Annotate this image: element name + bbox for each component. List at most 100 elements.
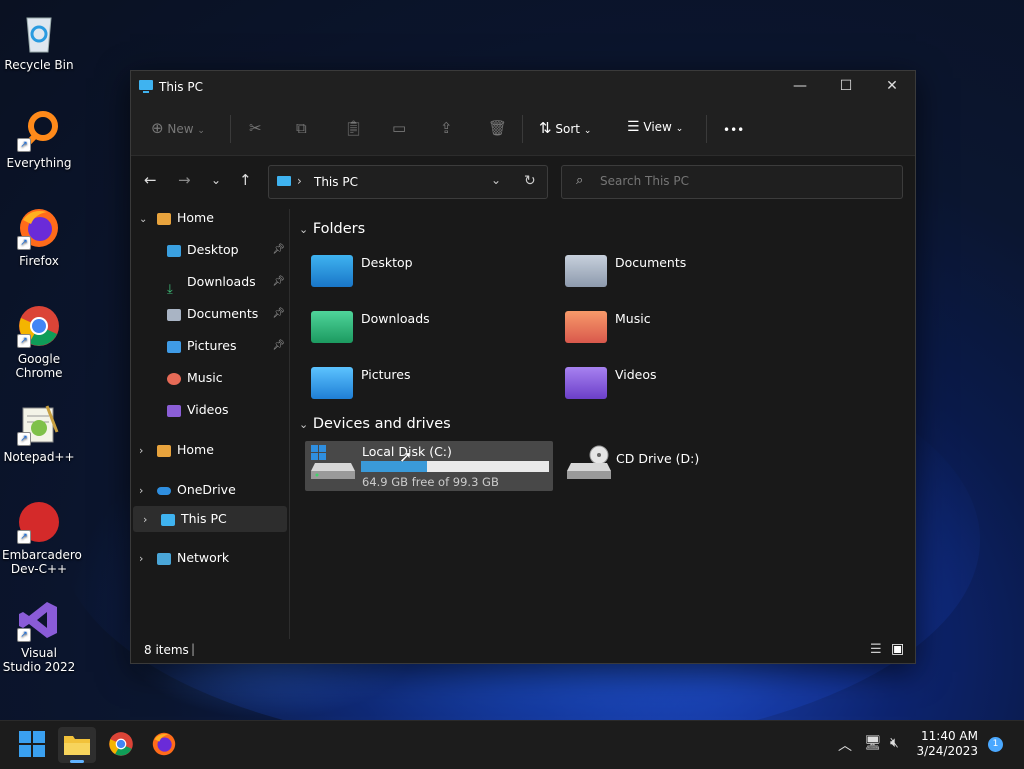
pin-icon[interactable]: 📌︎	[272, 333, 285, 359]
shortcut-arrow-icon: ↗	[17, 628, 31, 642]
drive-tile-cd-drive-d[interactable]: CD Drive (D:)	[561, 441, 809, 491]
navigation-pane: ⌄ Home Desktop 📌︎ ⤓ Downloads 📌︎ Documents 📌…	[131, 205, 289, 639]
folder-tile-music[interactable]: Music	[565, 307, 815, 353]
folder-tile-downloads[interactable]: Downloads	[311, 307, 561, 353]
window-title: This PC	[159, 80, 203, 94]
address-history-dropdown-icon[interactable]: ⌄	[491, 173, 501, 187]
section-title: Folders	[312, 221, 366, 237]
video-icon	[167, 404, 181, 417]
windows-logo-icon	[19, 731, 45, 757]
sidebar-item-pictures[interactable]: Pictures 📌︎	[167, 333, 285, 359]
pin-icon[interactable]: 📌︎	[272, 301, 285, 327]
search-icon: ⌕	[576, 173, 584, 188]
network-status-icon[interactable]: 🖥︎	[864, 735, 882, 751]
sidebar-item-home[interactable]: ⌄ Home	[139, 205, 289, 231]
firefox-icon	[152, 732, 176, 756]
sidebar-item-documents[interactable]: Documents 📌︎	[167, 301, 285, 327]
breadcrumb: This PC	[314, 175, 358, 189]
firefox-icon: ↗	[17, 206, 61, 250]
show-hidden-icons-chevron-icon[interactable]: ︿	[838, 735, 852, 755]
close-button[interactable]: ✕	[869, 71, 915, 101]
taskbar: ︿ 🖥︎ 🔇︎ 11:40 AM 3/24/2023 1	[0, 720, 1024, 769]
title-bar[interactable]: This PC — ☐ ✕	[131, 71, 915, 103]
taskbar-chrome[interactable]	[108, 731, 136, 759]
drives-section-header[interactable]: ⌄ Devices and drives	[299, 416, 451, 432]
this-pc-icon	[139, 80, 153, 93]
sort-button[interactable]: ⇅ Sort ⌄	[539, 119, 591, 137]
rename-icon[interactable]: ▭	[392, 119, 406, 137]
sidebar-item-home-root[interactable]: › Home	[139, 437, 289, 463]
system-clock[interactable]: 11:40 AM 3/24/2023	[916, 729, 978, 759]
desktop-icon-label: Notepad++	[3, 450, 75, 464]
refresh-icon[interactable]: ↻	[524, 173, 536, 189]
up-arrow-icon[interactable]: ↑	[239, 171, 252, 189]
desktop-icon-google-chrome[interactable]: ↗ Google Chrome	[2, 298, 76, 380]
sidebar-item-videos[interactable]: Videos	[167, 397, 285, 423]
sidebar-item-desktop[interactable]: Desktop 📌︎	[167, 237, 285, 263]
view-button[interactable]: ☰ View ⌄	[627, 119, 683, 135]
new-button[interactable]: ⊕ New ⌄	[151, 119, 205, 137]
sort-label: Sort	[555, 122, 581, 136]
taskbar-file-explorer[interactable]	[58, 727, 96, 763]
music-note-icon	[167, 372, 181, 385]
copy-icon[interactable]: ⧉	[296, 119, 307, 137]
desktop-icon-recycle-bin[interactable]: Recycle Bin	[2, 4, 76, 72]
details-view-icon[interactable]: ☰	[870, 642, 882, 657]
mouse-cursor-icon: ➚	[399, 447, 413, 466]
folder-tile-documents[interactable]: Documents	[565, 251, 815, 297]
this-pc-icon	[160, 513, 175, 526]
recent-locations-icon[interactable]: ⌄	[211, 173, 221, 187]
expand-chevron-icon: ›	[142, 513, 148, 526]
notification-badge[interactable]: 1	[988, 737, 1003, 752]
start-button[interactable]	[19, 731, 47, 759]
toolbar-divider	[230, 115, 231, 143]
volume-muted-icon[interactable]: 🔇︎	[890, 735, 899, 751]
sidebar-item-this-pc[interactable]: › This PC	[133, 506, 287, 532]
file-explorer-window: This PC — ☐ ✕ ⊕ New ⌄ ✂ ⧉ 📋︎ ▭ ⇪ 🗑︎ ⇅ So…	[130, 70, 916, 664]
address-bar[interactable]: › This PC ⌄ ↻	[268, 165, 548, 199]
taskbar-firefox[interactable]	[151, 731, 179, 759]
folder-tile-desktop[interactable]: Desktop	[311, 251, 561, 297]
desktop-icon-notepad-plus-plus[interactable]: ↗ Notepad++	[2, 396, 76, 464]
search-box[interactable]: ⌕	[561, 165, 903, 199]
sidebar-label: Downloads	[187, 274, 256, 289]
expand-chevron-icon: ›	[139, 484, 144, 497]
desktop-icon-everything[interactable]: ↗ Everything	[2, 102, 76, 170]
search-input[interactable]	[598, 173, 892, 189]
shortcut-arrow-icon: ↗	[17, 236, 31, 250]
delete-icon[interactable]: 🗑︎	[488, 119, 507, 137]
hard-drive-icon	[311, 445, 355, 479]
back-arrow-icon[interactable]: ←	[144, 171, 157, 189]
sidebar-item-onedrive[interactable]: › OneDrive	[139, 477, 289, 503]
sidebar-item-network[interactable]: › Network	[139, 545, 289, 571]
share-icon[interactable]: ⇪	[440, 119, 453, 137]
folder-label: Videos	[615, 367, 657, 382]
paste-icon[interactable]: 📋︎	[344, 119, 363, 137]
desktop-icon-visual-studio[interactable]: ↗ Visual Studio 2022	[2, 592, 76, 674]
folders-section-header[interactable]: ⌄ Folders	[299, 221, 365, 237]
cut-icon[interactable]: ✂	[249, 119, 262, 137]
dev-cpp-icon: ↗	[17, 500, 61, 544]
section-title: Devices and drives	[312, 416, 451, 432]
more-options-button[interactable]: •••	[723, 123, 744, 137]
desktop-icon-firefox[interactable]: ↗ Firefox	[2, 200, 76, 268]
pin-icon[interactable]: 📌︎	[272, 237, 285, 263]
videos-folder-icon	[565, 367, 607, 399]
sidebar-item-downloads[interactable]: ⤓ Downloads 📌︎	[167, 269, 285, 297]
forward-arrow-icon[interactable]: →	[178, 171, 191, 189]
folder-tile-videos[interactable]: Videos	[565, 363, 815, 409]
view-list-icon: ☰	[627, 119, 640, 135]
pane-divider[interactable]	[289, 209, 290, 639]
content-pane: ⌄ Folders Desktop Documents Downloads Mu…	[291, 205, 911, 639]
minimize-button[interactable]: —	[777, 71, 823, 101]
large-icons-view-icon[interactable]: ▣	[891, 641, 904, 657]
desktop-icon-label: Everything	[6, 156, 72, 170]
pin-icon[interactable]: 📌︎	[272, 269, 285, 295]
sidebar-item-music[interactable]: Music	[167, 365, 285, 391]
pictures-folder-icon	[311, 367, 353, 399]
folder-tile-pictures[interactable]: Pictures	[311, 363, 561, 409]
maximize-button[interactable]: ☐	[823, 71, 869, 101]
desktop-icon-dev-cpp[interactable]: ↗ Embarcadero Dev-C++	[2, 494, 82, 576]
shortcut-arrow-icon: ↗	[17, 138, 31, 152]
drive-tile-local-disk-c[interactable]: Local Disk (C:) 64.9 GB free of 99.3 GB …	[305, 441, 553, 491]
